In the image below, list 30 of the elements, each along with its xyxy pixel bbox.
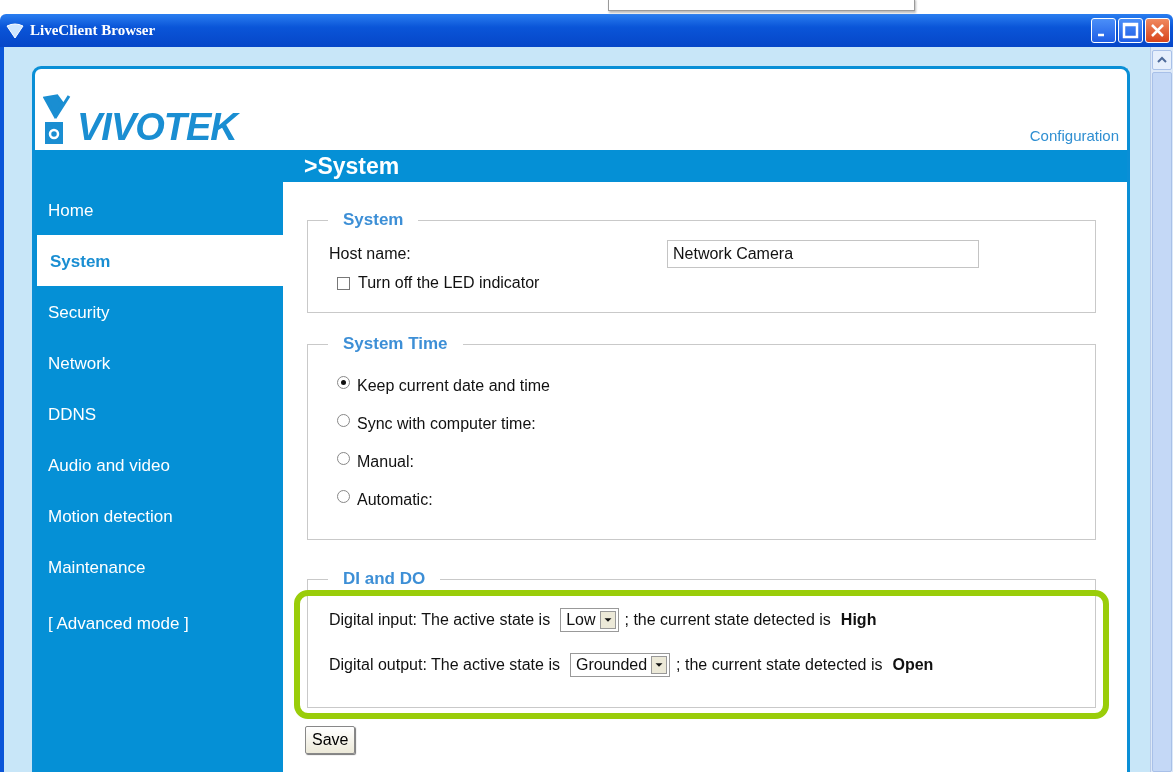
sidebar-item[interactable]: Maintenance — [35, 541, 283, 592]
dropdown[interactable]: Grounded — [569, 652, 671, 677]
sidebar-item[interactable]: Security — [35, 286, 283, 337]
field-label: Digital input: The active state is — [329, 610, 551, 629]
advanced-mode-link[interactable]: [ Advanced mode ] — [35, 612, 189, 636]
status-text: ; the current state detected is — [676, 655, 883, 674]
radio-label: Keep current date and time — [357, 377, 550, 395]
host-name-field[interactable]: Network Camera — [667, 240, 979, 268]
page-title-bar: >System — [283, 150, 1127, 182]
save-button[interactable]: Save — [305, 726, 356, 754]
status-value: Open — [892, 655, 934, 674]
dropdown[interactable]: Low — [560, 607, 619, 632]
radio-label: Automatic: — [357, 491, 433, 509]
section-title: System — [328, 210, 419, 230]
field-label: Digital output: The active state is — [329, 655, 560, 674]
sidebar-item[interactable]: DDNS — [35, 388, 283, 439]
sidebar-item[interactable]: Audio and video — [35, 439, 283, 490]
sidebar-item[interactable]: Home — [35, 184, 283, 235]
window-title: LiveClient Browser — [30, 22, 157, 39]
radio-label: Sync with computer time: — [357, 415, 536, 433]
sidebar-item[interactable]: Motion detection — [35, 490, 283, 541]
configuration-link[interactable]: Configuration — [1029, 127, 1119, 144]
sidebar-item[interactable]: System — [37, 235, 283, 286]
sidebar-item[interactable]: Network — [35, 337, 283, 388]
field-label: Host name: — [329, 245, 411, 263]
status-value: High — [840, 610, 877, 629]
status-text: ; the current state detected is — [624, 610, 831, 629]
radio-label: Manual: — [357, 453, 414, 471]
section-title: System Time — [328, 334, 463, 354]
checkbox-label: Turn off the LED indicator — [358, 274, 540, 292]
